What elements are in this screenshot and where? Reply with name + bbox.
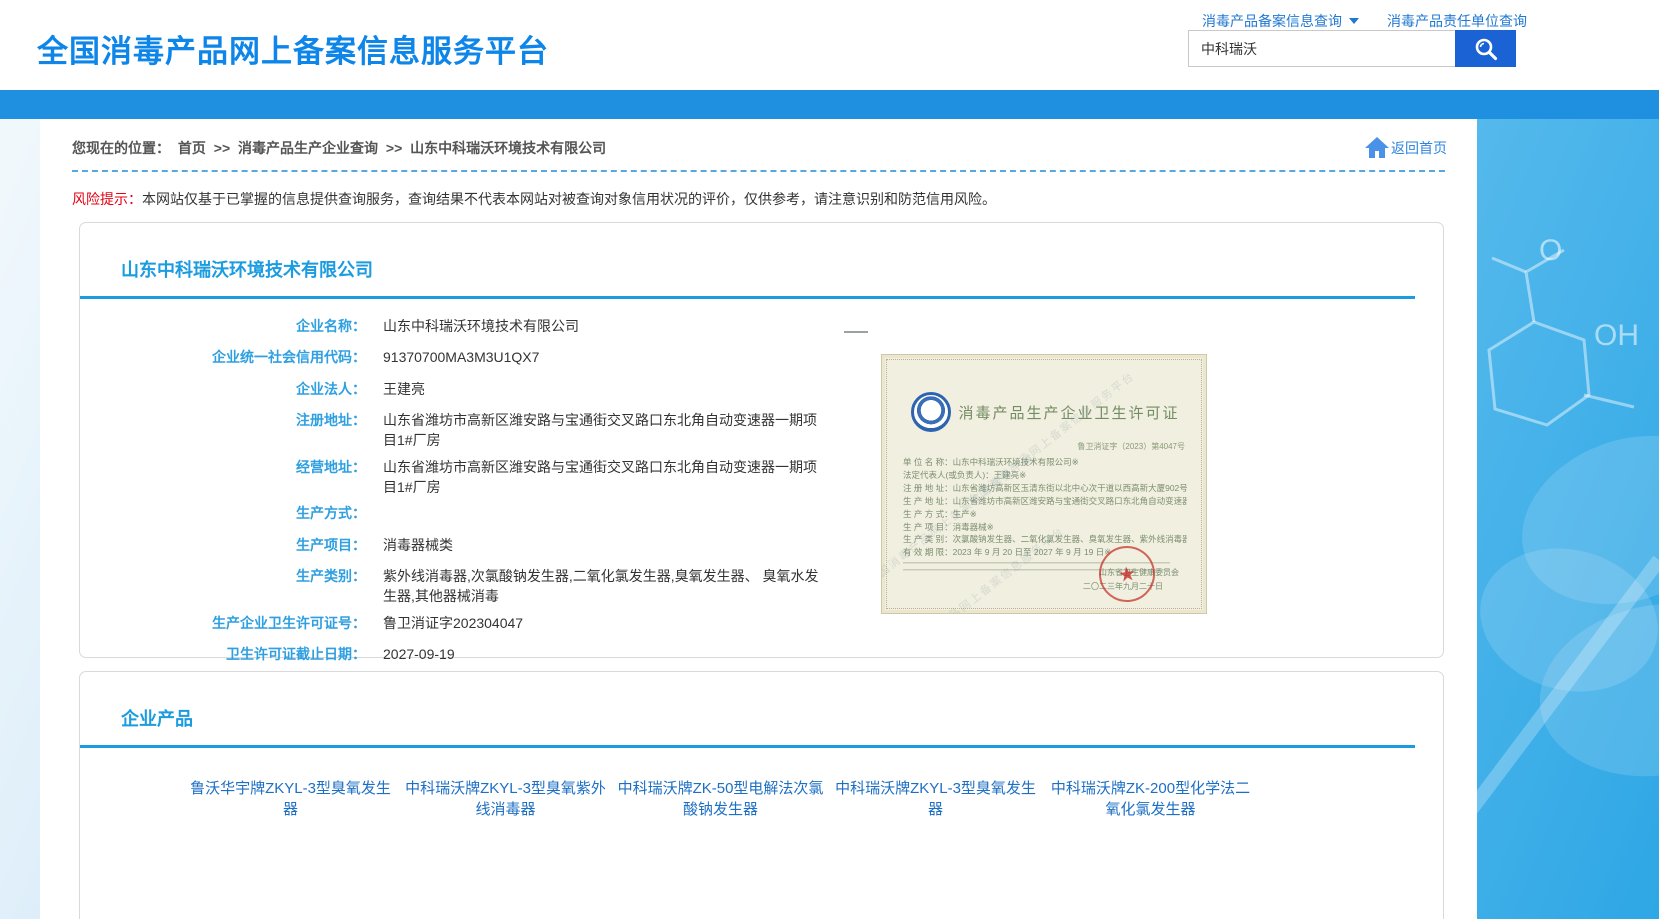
search-bar (1188, 30, 1516, 67)
search-button[interactable] (1455, 30, 1516, 67)
certificate-emblem-icon (911, 392, 951, 432)
breadcrumb-current: 山东中科瑞沃环境技术有限公司 (410, 140, 606, 156)
breadcrumb-row: 您现在的位置： 首页 >> 消毒产品生产企业查询 >> 山东中科瑞沃环境技术有限… (40, 119, 1477, 158)
top-nav: 消毒产品备案信息查询 消毒产品责任单位查询 (1202, 11, 1527, 31)
products-card-title: 企业产品 (80, 672, 1443, 731)
field-license-expiry: 卫生许可证截止日期： 2027-09-19 (80, 638, 1443, 669)
back-home-link[interactable]: 返回首页 (1365, 137, 1447, 158)
top-blue-bar (0, 90, 1659, 119)
breadcrumb: 您现在的位置： 首页 >> 消毒产品生产企业查询 >> 山东中科瑞沃环境技术有限… (72, 138, 610, 158)
product-link[interactable]: 中科瑞沃牌ZK-50型电解法次氯酸钠发生器 (614, 778, 827, 820)
breadcrumb-enterprise-query[interactable]: 消毒产品生产企业查询 (238, 140, 378, 156)
certificate-body: 单 位 名 称：山东中科瑞沃环境技术有限公司※ 法定代表人(或负责人)：王建亮※… (903, 456, 1187, 559)
scan-artifact-dash (844, 331, 868, 333)
risk-notice: 风险提示：本网站仅基于已掌握的信息提供查询服务，查询结果不代表本网站对被查询对象… (40, 172, 1477, 209)
company-products-card: 企业产品 鲁沃华宇牌ZKYL-3型臭氧发生器 中科瑞沃牌ZKYL-3型臭氧紫外线… (79, 671, 1444, 919)
risk-notice-label: 风险提示： (72, 191, 142, 207)
product-link[interactable]: 中科瑞沃牌ZKYL-3型臭氧发生器 (829, 778, 1042, 820)
product-link[interactable]: 中科瑞沃牌ZK-200型化学法二氧化氯发生器 (1044, 778, 1257, 820)
field-company-name: 企业名称： 山东中科瑞沃环境技术有限公司 (80, 310, 1443, 341)
field-production-category: 生产类别： 紫外线消毒器,次氯酸钠发生器,二氧化氯发生器,臭氧发生器、 臭氧水发… (80, 560, 1443, 607)
field-license-number: 生产企业卫生许可证号： 鲁卫消证字202304047 (80, 607, 1443, 638)
search-input[interactable] (1188, 30, 1455, 67)
product-link[interactable]: 中科瑞沃牌ZKYL-3型臭氧紫外线消毒器 (399, 778, 612, 820)
main-panel: 您现在的位置： 首页 >> 消毒产品生产企业查询 >> 山东中科瑞沃环境技术有限… (40, 119, 1477, 919)
company-fields: 企业名称： 山东中科瑞沃环境技术有限公司 企业统一社会信用代码： 9137070… (80, 299, 1443, 670)
nav-filing-info-query[interactable]: 消毒产品备案信息查询 (1202, 11, 1359, 31)
product-link[interactable]: 鲁沃华宇牌ZKYL-3型臭氧发生器 (184, 778, 397, 820)
header: 全国消毒产品网上备案信息服务平台 消毒产品备案信息查询 消毒产品责任单位查询 (0, 0, 1659, 90)
company-info-card: 山东中科瑞沃环境技术有限公司 企业名称： 山东中科瑞沃环境技术有限公司 企业统一… (79, 222, 1444, 658)
nav-responsible-unit-query[interactable]: 消毒产品责任单位查询 (1387, 11, 1527, 31)
field-production-mode: 生产方式： (80, 497, 1443, 528)
product-list: 鲁沃华宇牌ZKYL-3型臭氧发生器 中科瑞沃牌ZKYL-3型臭氧紫外线消毒器 中… (80, 748, 1443, 820)
svg-text:O: O (1539, 234, 1562, 267)
certificate-title: 消毒产品生产企业卫生许可证 (951, 402, 1187, 423)
risk-notice-text: 本网站仅基于已掌握的信息提供查询服务，查询结果不代表本网站对被查询对象信用状况的… (142, 191, 996, 207)
breadcrumb-separator: >> (214, 140, 230, 156)
home-icon (1365, 137, 1389, 158)
field-business-address: 经营地址： 山东省潍坊市高新区潍安路与宝通街交叉路口东北角自动变速器一期项目1#… (80, 451, 1443, 498)
svg-text:OH: OH (1594, 319, 1639, 352)
hygiene-license-certificate-image: 全国消毒产品网上备案信息服务平台 全国消毒产品网上备案信息服务平台 全国消毒产品… (881, 354, 1207, 614)
field-registered-address: 注册地址： 山东省潍坊市高新区潍安路与宝通街交叉路口东北角自动变速器一期项目1#… (80, 404, 1443, 451)
field-legal-person: 企业法人： 王建亮 (80, 373, 1443, 404)
field-production-project: 生产项目： 消毒器械类 (80, 529, 1443, 560)
site-title: 全国消毒产品网上备案信息服务平台 (37, 26, 549, 71)
field-credit-code: 企业统一社会信用代码： 91370700MA3M3U1QX7 (80, 341, 1443, 372)
company-card-title: 山东中科瑞沃环境技术有限公司 (80, 223, 1443, 282)
breadcrumb-separator: >> (386, 140, 402, 156)
search-icon (1473, 36, 1499, 62)
certificate-number: 鲁卫消证字（2023）第4047号 (903, 441, 1187, 452)
breadcrumb-prefix: 您现在的位置： (72, 140, 170, 156)
breadcrumb-home[interactable]: 首页 (178, 140, 206, 156)
chevron-down-icon (1349, 18, 1359, 24)
